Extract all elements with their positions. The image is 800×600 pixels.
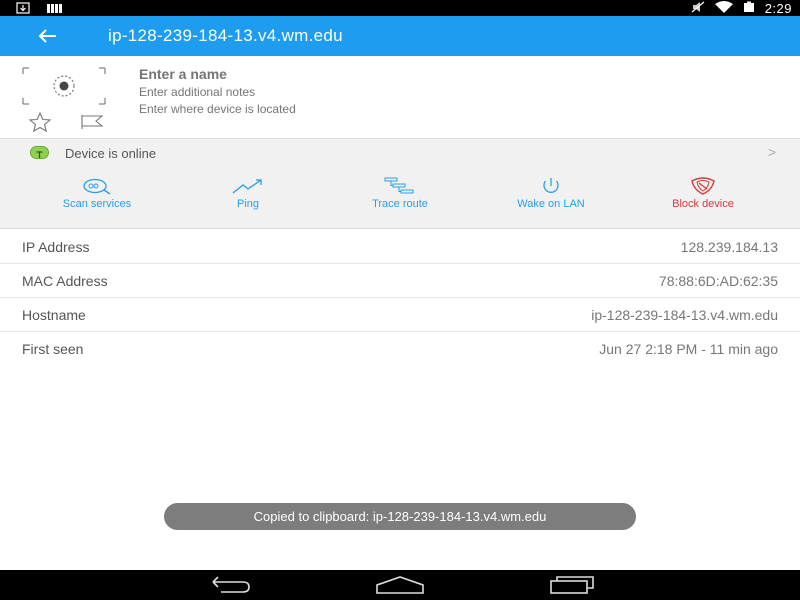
ip-address-label: IP Address: [22, 239, 90, 255]
power-icon: [486, 177, 616, 195]
ip-address-value: 128.239.184.13: [680, 239, 778, 255]
online-indicator-icon: [30, 146, 49, 159]
flag-icon[interactable]: [80, 114, 106, 135]
scan-services-label: Scan services: [62, 198, 132, 210]
wake-on-lan-label: Wake on LAN: [517, 198, 585, 210]
first-seen-value: Jun 27 2:18 PM - 11 min ago: [599, 341, 778, 357]
navigation-bar: [0, 570, 800, 600]
trace-route-button[interactable]: Trace route: [335, 177, 465, 210]
wifi-icon: [714, 0, 733, 16]
nav-back-icon: [205, 576, 253, 599]
location-field[interactable]: [139, 102, 539, 116]
nav-recent-apps-icon: [548, 576, 596, 599]
back-button[interactable]: [34, 24, 62, 48]
wake-on-lan-button[interactable]: Wake on LAN: [486, 177, 616, 210]
back-arrow-icon: [34, 29, 62, 52]
nav-home-button[interactable]: [374, 575, 426, 600]
ping-button[interactable]: Ping: [183, 177, 313, 210]
device-header: [0, 56, 800, 138]
online-status-row[interactable]: Device is online >: [0, 139, 800, 167]
block-device-button[interactable]: Block device: [638, 177, 768, 210]
device-details: IP Address 128.239.184.13 MAC Address 78…: [0, 230, 800, 366]
nav-back-button[interactable]: [205, 575, 253, 600]
status-bar: 2:29: [0, 0, 800, 16]
first-seen-row[interactable]: First seen Jun 27 2:18 PM - 11 min ago: [0, 332, 800, 366]
chevron-right-icon: >: [767, 144, 776, 160]
ip-address-row[interactable]: IP Address 128.239.184.13: [0, 230, 800, 264]
hostname-label: Hostname: [22, 307, 86, 323]
shield-icon: [638, 177, 768, 195]
online-status-text: Device is online: [65, 146, 157, 161]
page-title: ip-128-239-184-13.v4.wm.edu: [108, 26, 343, 45]
scan-services-button[interactable]: Scan services: [32, 177, 162, 210]
scan-services-icon: [32, 177, 162, 195]
nav-home-icon: [374, 576, 426, 599]
star-icon[interactable]: [28, 111, 52, 137]
nav-recent-apps-button[interactable]: [548, 575, 596, 600]
first-seen-label: First seen: [22, 341, 84, 357]
app-bar: ip-128-239-184-13.v4.wm.edu: [0, 16, 800, 56]
name-field[interactable]: [139, 66, 539, 82]
battery-icon: [743, 1, 755, 16]
action-bar: Scan services Ping Trace route Wake on L…: [0, 177, 800, 217]
mute-icon: [691, 1, 705, 16]
block-device-label: Block device: [672, 198, 734, 210]
ping-icon: [183, 177, 313, 195]
status-time: 2:29: [764, 0, 792, 16]
hostname-row[interactable]: Hostname ip-128-239-184-13.v4.wm.edu: [0, 298, 800, 332]
mac-address-row[interactable]: MAC Address 78:88:6D:AD:62:35: [0, 264, 800, 298]
mac-address-value: 78:88:6D:AD:62:35: [658, 273, 778, 289]
status-panel: Device is online > Scan services Ping Tr…: [0, 138, 800, 229]
trace-route-icon: [335, 177, 465, 195]
ping-label: Ping: [236, 198, 260, 210]
notes-field[interactable]: [139, 85, 539, 99]
device-icon[interactable]: [20, 66, 108, 106]
toast-message: Copied to clipboard: ip-128-239-184-13.v…: [164, 503, 636, 530]
mac-address-label: MAC Address: [22, 273, 108, 289]
hostname-value: ip-128-239-184-13.v4.wm.edu: [591, 307, 778, 323]
trace-route-label: Trace route: [372, 198, 428, 210]
